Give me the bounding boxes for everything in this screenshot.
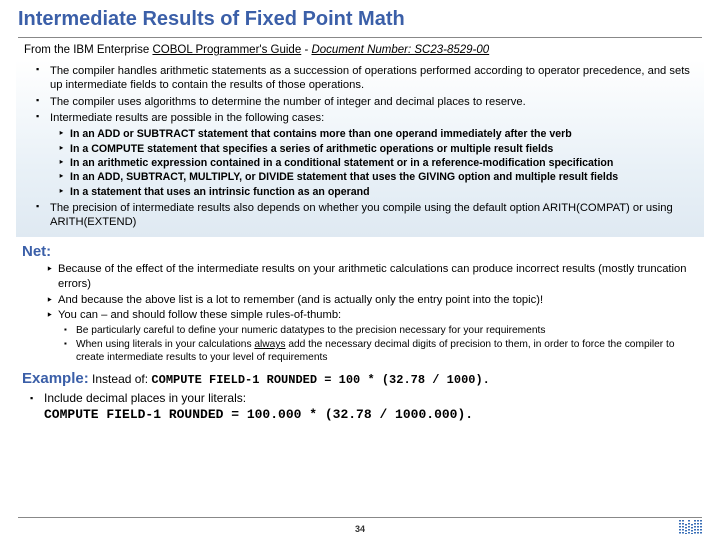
slide-title: Intermediate Results of Fixed Point Math [18,8,702,31]
code-inline: COMPUTE FIELD-1 ROUNDED = 100 * (32.78 /… [151,373,489,387]
sub-bullet: In an ADD, SUBTRACT, MULTIPLY, or DIVIDE… [24,170,696,184]
net-bullet: And because the above list is a lot to r… [18,293,702,308]
page-number: 34 [0,524,720,534]
main-bullets-cont: The precision of intermediate results al… [24,201,696,230]
highlight-box: The compiler handles arithmetic statemen… [16,60,704,237]
code-block: COMPUTE FIELD-1 ROUNDED = 100.000 * (32.… [44,407,702,422]
ibm-logo [679,520,702,534]
underline-always: always [254,339,285,350]
case-bullets: In an ADD or SUBTRACT statement that con… [24,127,696,198]
main-bullets: The compiler handles arithmetic statemen… [24,64,696,125]
sub-bullet: In a statement that uses an intrinsic fu… [24,185,696,199]
net-heading: Net: [22,243,702,260]
example-label: Example: [22,370,89,387]
net-sub-bullet: Be particularly careful to define your n… [18,324,702,337]
net-bullet: You can – and should follow these simple… [18,308,702,323]
sub-bullet: In an ADD or SUBTRACT statement that con… [24,127,696,141]
footer-rule [18,517,702,518]
include-bullets: Include decimal places in your literals: [18,391,702,405]
example-line: Example: Instead of: COMPUTE FIELD-1 ROU… [22,370,702,387]
bullet: The compiler handles arithmetic statemen… [24,64,696,93]
bullet: The precision of intermediate results al… [24,201,696,230]
source-line: From the IBM Enterprise COBOL Programmer… [24,44,702,56]
bullet: Intermediate results are possible in the… [24,111,696,125]
net-sub-bullet: When using literals in your calculations… [18,338,702,365]
bullet: The compiler uses algorithms to determin… [24,95,696,109]
sub-bullet: In an arithmetic expression contained in… [24,156,696,170]
sub-bullet: In a COMPUTE statement that specifies a … [24,142,696,156]
net-bullets: Because of the effect of the intermediat… [18,262,702,322]
title-rule [18,37,702,38]
include-bullet: Include decimal places in your literals: [18,391,702,405]
net-sub-bullets: Be particularly careful to define your n… [18,324,702,365]
net-bullet: Because of the effect of the intermediat… [18,262,702,291]
